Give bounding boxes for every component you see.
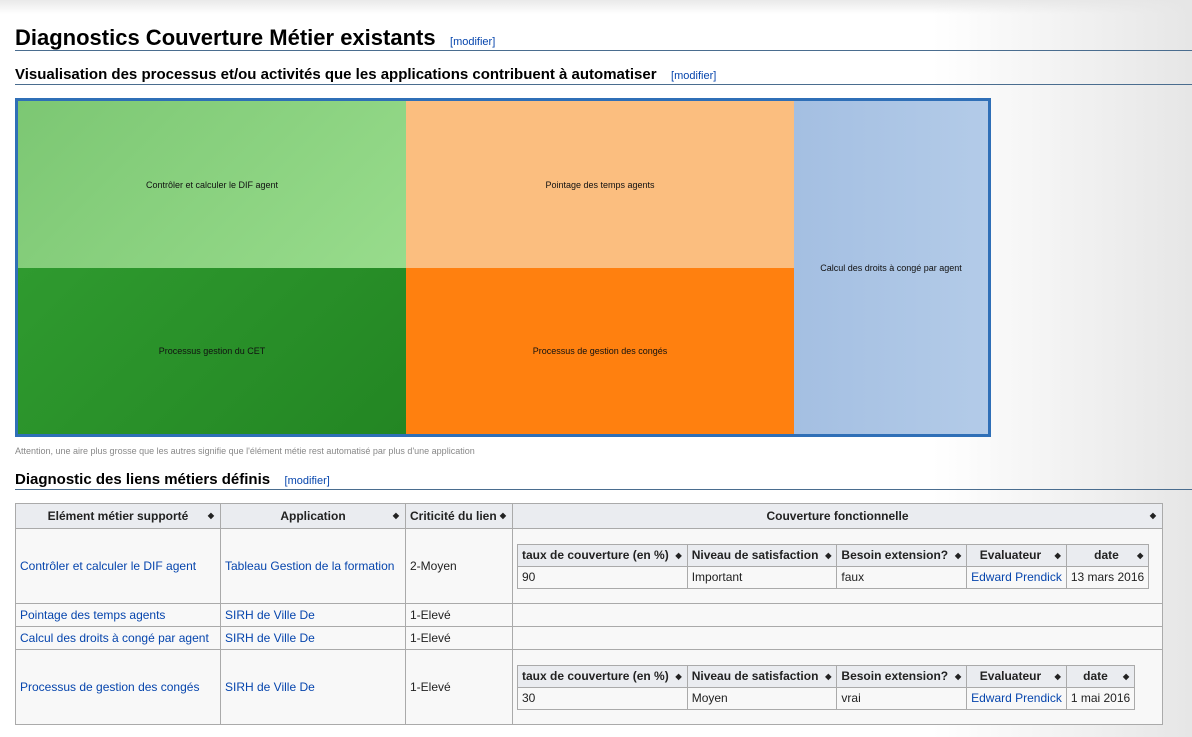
col-header-element[interactable]: Elément métier supporté ◆ (15, 503, 221, 529)
inner-header-taux[interactable]: taux de couverture (en %) ◆ (517, 664, 688, 688)
inner-header-besoin[interactable]: Besoin extension? ◆ (836, 664, 968, 688)
section-heading: Diagnostics Couverture Métier existants … (15, 26, 1192, 51)
element-link[interactable]: Pointage des temps agents (20, 608, 165, 622)
col-header-couverture[interactable]: Couverture fonctionnelle ◆ (512, 503, 1163, 529)
element-link[interactable]: Processus de gestion des congés (20, 680, 199, 694)
section-title: Diagnostics Couverture Métier existants (15, 25, 436, 50)
sort-icon[interactable]: ◆ (393, 511, 399, 520)
treemap-cell-cet[interactable]: Processus gestion du CET (18, 268, 406, 434)
coverage-row: 90 Important faux Edward Prendick 13 mar… (517, 565, 1150, 589)
sort-icon[interactable]: ◆ (825, 672, 831, 681)
links-title: Diagnostic des liens métiers définis (15, 471, 271, 488)
edit-link-viz[interactable]: [modifier] (671, 70, 716, 82)
edit-link-links[interactable]: [modifier] (285, 475, 330, 487)
application-link[interactable]: SIRH de Ville De (225, 631, 315, 645)
criticite-value: 1-Elevé (410, 608, 451, 622)
inner-header-evaluateur[interactable]: Evaluateur ◆ (966, 543, 1067, 567)
inner-header-niveau[interactable]: Niveau de satisfaction ◆ (686, 664, 838, 688)
coverage-table: taux de couverture (en %) ◆ Niveau de sat… (517, 543, 1150, 589)
viz-title: Visualisation des processus et/ou activi… (15, 66, 657, 83)
treemap-cell-droits[interactable]: Calcul des droits à congé par agent (794, 101, 988, 434)
evaluateur-link[interactable]: Edward Prendick (971, 691, 1062, 705)
sort-icon[interactable]: ◆ (1137, 551, 1143, 560)
application-link[interactable]: SIRH de Ville De (225, 608, 315, 622)
element-link[interactable]: Calcul des droits à congé par agent (20, 631, 209, 645)
col-header-application[interactable]: Application ◆ (220, 503, 406, 529)
table-row: Pointage des temps agents SIRH de Ville … (15, 603, 1163, 627)
inner-header-evaluateur[interactable]: Evaluateur ◆ (966, 664, 1067, 688)
table-row: Processus de gestion des congés SIRH de … (15, 649, 1163, 725)
inner-header-niveau[interactable]: Niveau de satisfaction ◆ (686, 543, 838, 567)
sort-icon[interactable]: ◆ (500, 511, 506, 520)
col-header-criticite[interactable]: Criticité du lien ◆ (405, 503, 513, 529)
element-link[interactable]: Contrôler et calculer le DIF agent (20, 559, 196, 573)
sort-icon[interactable]: ◆ (955, 551, 961, 560)
edit-link-section[interactable]: [modifier] (450, 36, 495, 48)
sort-icon[interactable]: ◆ (676, 672, 682, 681)
sort-icon[interactable]: ◆ (1150, 511, 1156, 520)
application-link[interactable]: Tableau Gestion de la formation (225, 559, 394, 573)
application-link[interactable]: SIRH de Ville De (225, 680, 315, 694)
links-heading: Diagnostic des liens métiers définis [mo… (15, 471, 1192, 490)
coverage-row: 30 Moyen vrai Edward Prendick 1 mai 2016 (517, 686, 1136, 710)
sort-icon[interactable]: ◆ (955, 672, 961, 681)
treemap-label: Processus de gestion des congés (532, 346, 668, 356)
treemap-caption: Attention, une aire plus grosse que les … (15, 446, 475, 456)
links-table: Elément métier supporté ◆ Application ◆ … (15, 503, 1163, 725)
sort-icon[interactable]: ◆ (825, 551, 831, 560)
treemap: Contrôler et calculer le DIF agent Proce… (15, 98, 991, 437)
viz-heading: Visualisation des processus et/ou activi… (15, 66, 1192, 85)
coverage-table: taux de couverture (en %) ◆ Niveau de sat… (517, 664, 1136, 710)
treemap-label: Processus gestion du CET (158, 346, 266, 356)
table-row: Contrôler et calculer le DIF agent Table… (15, 528, 1163, 604)
table-row: Calcul des droits à congé par agent SIRH… (15, 626, 1163, 650)
sort-icon[interactable]: ◆ (1055, 672, 1061, 681)
evaluateur-link[interactable]: Edward Prendick (971, 570, 1062, 584)
sort-icon[interactable]: ◆ (1055, 551, 1061, 560)
treemap-label: Pointage des temps agents (545, 179, 655, 190)
treemap-label: Calcul des droits à congé par agent (820, 262, 962, 273)
treemap-cell-pointage[interactable]: Pointage des temps agents (406, 101, 794, 268)
treemap-label: Contrôler et calculer le DIF agent (145, 179, 279, 190)
sort-icon[interactable]: ◆ (1123, 672, 1129, 681)
treemap-cell-dif[interactable]: Contrôler et calculer le DIF agent (18, 101, 406, 268)
criticite-value: 1-Elevé (410, 680, 451, 694)
criticite-value: 1-Elevé (410, 631, 451, 645)
criticite-value: 2-Moyen (410, 559, 457, 573)
treemap-cell-conges[interactable]: Processus de gestion des congés (406, 268, 794, 434)
sort-icon[interactable]: ◆ (208, 511, 214, 520)
sort-icon[interactable]: ◆ (676, 551, 682, 560)
inner-header-date[interactable]: date ◆ (1065, 664, 1136, 688)
inner-header-besoin[interactable]: Besoin extension? ◆ (836, 543, 968, 567)
inner-header-date[interactable]: date ◆ (1065, 543, 1150, 567)
inner-header-taux[interactable]: taux de couverture (en %) ◆ (517, 543, 688, 567)
